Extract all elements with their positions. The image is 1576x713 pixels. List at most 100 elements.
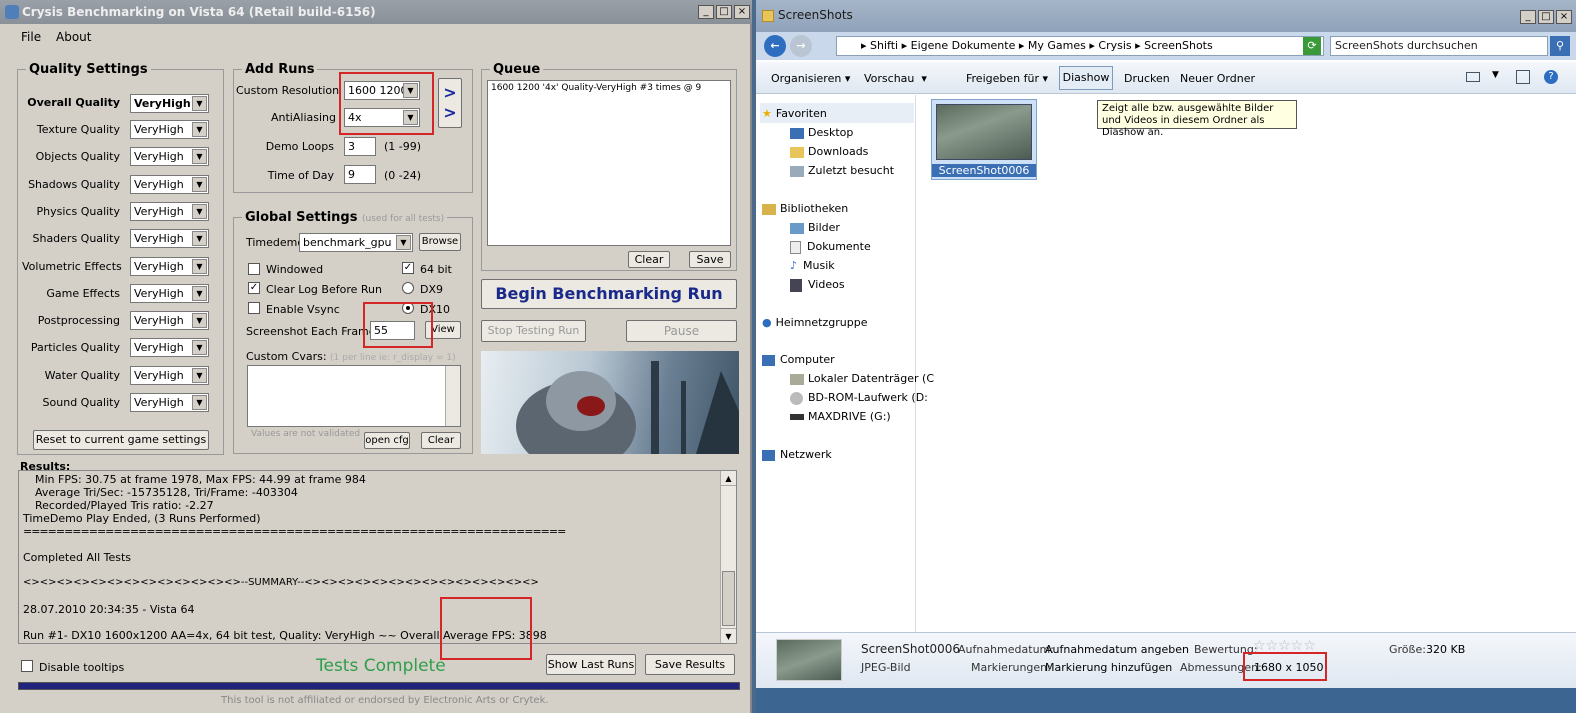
demo-loops-input[interactable]: 3 xyxy=(344,137,376,156)
nav-local-disk[interactable]: Lokaler Datenträger (C xyxy=(790,372,934,385)
nav-favorites[interactable]: ★ Favoriten xyxy=(762,107,827,120)
quality-item-select[interactable]: VeryHigh ▼ xyxy=(130,201,209,221)
queue-save-button[interactable]: Save xyxy=(689,251,731,268)
pause-button[interactable]: Pause xyxy=(626,320,737,342)
nav-music[interactable]: ♪ Musik xyxy=(790,259,835,272)
back-icon[interactable]: ← xyxy=(764,35,786,57)
chevron-down-icon[interactable]: ▼ xyxy=(192,122,207,137)
add-run-button[interactable]: > > xyxy=(438,78,462,128)
windowed-checkbox[interactable] xyxy=(248,263,260,275)
breadcrumb-shifti[interactable]: ▸ Shifti xyxy=(861,39,898,52)
64bit-checkbox[interactable]: ✓ xyxy=(402,262,414,274)
nav-maxdrive[interactable]: MAXDRIVE (G:) xyxy=(790,410,891,423)
close-button[interactable]: × xyxy=(734,5,750,19)
reset-settings-button[interactable]: Reset to current game settings xyxy=(33,430,209,450)
print-button[interactable]: Drucken xyxy=(1124,72,1170,85)
file-item[interactable]: ScreenShot0006 xyxy=(931,99,1037,180)
help-icon[interactable]: ? xyxy=(1544,70,1558,84)
show-last-runs-button[interactable]: Show Last Runs xyxy=(546,654,636,675)
breadcrumb-screenshots[interactable]: ▸ ScreenShots xyxy=(1135,39,1213,52)
nav-computer[interactable]: Computer xyxy=(762,353,835,366)
chevron-down-icon[interactable]: ▼ xyxy=(192,313,207,329)
nav-homegroup[interactable]: ● Heimnetzgruppe xyxy=(762,316,867,329)
new-folder-button[interactable]: Neuer Ordner xyxy=(1180,72,1255,85)
quality-item-select[interactable]: VeryHigh ▼ xyxy=(130,338,209,358)
nav-videos[interactable]: Videos xyxy=(790,278,845,292)
preview-menu[interactable]: Vorschau ▾ xyxy=(864,72,927,85)
nav-downloads[interactable]: Downloads xyxy=(790,145,868,158)
minimize-button[interactable]: _ xyxy=(1520,10,1536,24)
breadcrumb-dokumente[interactable]: ▸ Eigene Dokumente xyxy=(902,39,1016,52)
quality-item-select[interactable]: VeryHigh ▼ xyxy=(130,365,209,385)
breadcrumb-mygames[interactable]: ▸ My Games xyxy=(1019,39,1086,52)
nav-documents[interactable]: Dokumente xyxy=(790,240,871,254)
details-tags-value[interactable]: Markierung hinzufügen xyxy=(1045,661,1172,674)
chevron-down-icon[interactable]: ▼ xyxy=(396,235,411,250)
nav-bdrom[interactable]: BD-ROM-Laufwerk (D: xyxy=(790,391,928,405)
details-date-value[interactable]: Aufnahmedatum angeben xyxy=(1045,643,1189,656)
browse-button[interactable]: Browse xyxy=(419,233,461,251)
nav-libraries[interactable]: Bibliotheken xyxy=(762,202,848,215)
forward-icon[interactable]: → xyxy=(790,35,812,57)
scroll-down-icon[interactable]: ▼ xyxy=(721,628,736,643)
chevron-down-icon[interactable]: ▼ xyxy=(192,149,207,165)
chevron-down-icon[interactable]: ▼ xyxy=(192,231,207,247)
nav-desktop[interactable]: Desktop xyxy=(790,126,853,139)
chevron-down-icon[interactable]: ▼ xyxy=(192,395,207,410)
scroll-up-icon[interactable]: ▲ xyxy=(721,471,736,486)
chevron-down-icon[interactable]: ▼ xyxy=(192,258,207,274)
share-menu[interactable]: Freigeben für ▾ xyxy=(966,72,1048,85)
scroll-thumb[interactable] xyxy=(722,571,735,626)
menu-about[interactable]: About xyxy=(56,30,91,44)
address-bar[interactable]: ▸ Shifti ▸ Eigene Dokumente ▸ My Games ▸… xyxy=(836,36,1324,56)
organize-menu[interactable]: Organisieren ▾ xyxy=(771,72,850,85)
preview-pane-icon[interactable] xyxy=(1516,70,1530,84)
chevron-down-icon[interactable]: ▼ xyxy=(192,203,207,219)
quality-item-select[interactable]: VeryHigh ▼ xyxy=(130,229,209,249)
chevron-down-icon[interactable]: ▼ xyxy=(1492,70,1499,80)
disable-tooltips-checkbox[interactable] xyxy=(21,660,33,672)
cvars-clear-button[interactable]: Clear xyxy=(421,432,461,449)
search-icon[interactable]: ⚲ xyxy=(1550,36,1570,56)
queue-clear-button[interactable]: Clear xyxy=(628,251,670,268)
view-options-icon[interactable] xyxy=(1466,72,1480,82)
time-of-day-input[interactable]: 9 xyxy=(344,165,376,184)
chevron-down-icon[interactable]: ▼ xyxy=(192,176,207,192)
refresh-icon[interactable]: ⟳ xyxy=(1303,37,1321,55)
stop-testing-button[interactable]: Stop Testing Run xyxy=(481,320,586,342)
nav-network[interactable]: Netzwerk xyxy=(762,448,832,461)
chevron-down-icon[interactable]: ▼ xyxy=(192,285,207,301)
results-scrollbar[interactable]: ▲ ▼ xyxy=(720,471,736,643)
chevron-down-icon[interactable]: ▼ xyxy=(192,96,207,111)
menu-file[interactable]: File xyxy=(21,30,41,44)
nav-recent[interactable]: Zuletzt besucht xyxy=(790,164,894,177)
maximize-button[interactable]: □ xyxy=(1538,10,1554,24)
dx9-radio[interactable] xyxy=(402,282,414,294)
quality-item-select[interactable]: VeryHigh ▼ xyxy=(130,311,209,331)
close-button[interactable]: × xyxy=(1556,10,1572,24)
queue-list[interactable]: 1600 1200 '4x' Quality-VeryHigh #3 times… xyxy=(487,80,731,246)
quality-item-select[interactable]: VeryHigh ▼ xyxy=(130,174,209,194)
chevron-down-icon[interactable]: ▼ xyxy=(192,340,207,356)
maximize-button[interactable]: □ xyxy=(716,5,732,19)
queue-item[interactable]: 1600 1200 '4x' Quality-VeryHigh #3 times… xyxy=(491,83,727,93)
vsync-checkbox[interactable] xyxy=(248,302,260,314)
slideshow-button[interactable]: Diashow xyxy=(1059,66,1113,90)
nav-pictures[interactable]: Bilder xyxy=(790,221,840,234)
cvars-textarea[interactable] xyxy=(247,365,461,427)
quality-item-select[interactable]: VeryHigh ▼ xyxy=(130,147,209,167)
quality-item-select[interactable]: VeryHigh ▼ xyxy=(130,120,209,139)
quality-item-select[interactable]: VeryHigh ▼ xyxy=(130,256,209,276)
begin-benchmark-button[interactable]: Begin Benchmarking Run xyxy=(481,279,737,309)
overall-quality-select[interactable]: VeryHigh ▼ xyxy=(130,94,209,113)
breadcrumb-crysis[interactable]: ▸ Crysis xyxy=(1089,39,1131,52)
quality-item-select[interactable]: VeryHigh ▼ xyxy=(130,283,209,303)
chevron-down-icon[interactable]: ▼ xyxy=(192,367,207,383)
clear-log-checkbox[interactable]: ✓ xyxy=(248,282,260,294)
textarea-scrollbar[interactable] xyxy=(445,366,460,426)
timedemo-select[interactable]: benchmark_gpu ▼ xyxy=(299,233,413,252)
quality-item-select[interactable]: VeryHigh ▼ xyxy=(130,393,209,412)
minimize-button[interactable]: _ xyxy=(698,5,714,19)
open-cfg-button[interactable]: open cfg xyxy=(364,432,410,449)
search-input[interactable]: ScreenShots durchsuchen xyxy=(1330,36,1548,56)
